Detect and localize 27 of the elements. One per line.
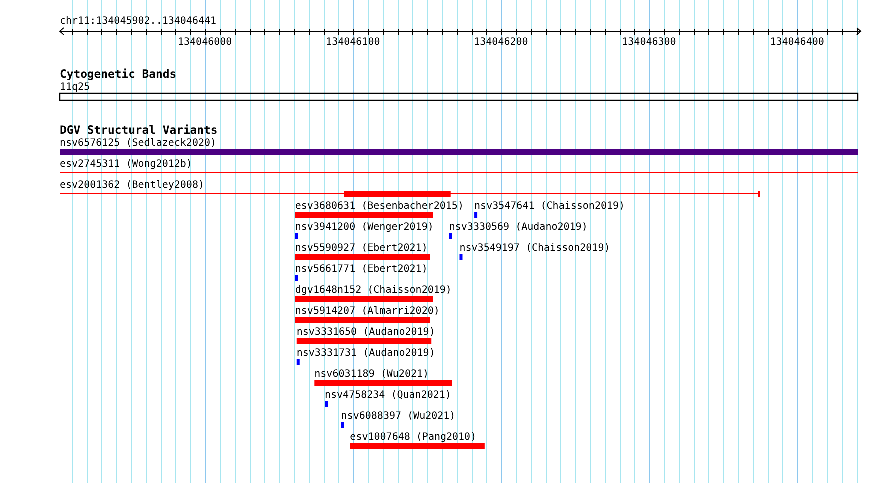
ruler-tick-label: 134046000 bbox=[178, 37, 232, 48]
variant-label: esv3680631 (Besenbacher2015) bbox=[295, 201, 464, 212]
variant-label: esv2745311 (Wong2012b) bbox=[60, 159, 192, 170]
band-label: 11q25 bbox=[60, 82, 90, 93]
variant-label: nsv4758234 (Quan2021) bbox=[325, 390, 452, 401]
variant-label: nsv3547641 (Chaisson2019) bbox=[474, 201, 626, 212]
variant-label: nsv6088397 (Wu2021) bbox=[341, 411, 456, 422]
variant-label: nsv3331731 (Audano2019) bbox=[296, 348, 436, 359]
variant-label: nsv5914207 (Almarri2020) bbox=[295, 306, 440, 317]
variant-label: nsv3549197 (Chaisson2019) bbox=[460, 243, 610, 254]
variant-label: nsv3330569 (Audano2019) bbox=[449, 222, 588, 233]
track-title: Cytogenetic Bands bbox=[60, 67, 177, 81]
ruler-tick-label: 134046300 bbox=[622, 37, 676, 48]
ruler-tick-label: 134046400 bbox=[770, 37, 824, 48]
variant-label: dgv1648n152 (Chaisson2019) bbox=[295, 285, 452, 296]
variant-label: nsv3331650 (Audano2019) bbox=[296, 327, 436, 338]
variant-label: nsv3941200 (Wenger2019) bbox=[295, 222, 434, 233]
variant-label: nsv6576125 (Sedlazeck2020) bbox=[60, 138, 217, 149]
region-label: chr11:134045902..134046441 bbox=[60, 16, 217, 27]
variant-label: nsv5590927 (Ebert2021) bbox=[295, 243, 428, 254]
variant-label: nsv6031189 (Wu2021) bbox=[314, 369, 430, 380]
variant-label: esv1007648 (Pang2010) bbox=[350, 432, 477, 443]
track-title: DGV Structural Variants bbox=[60, 123, 218, 137]
ruler-tick-label: 134046100 bbox=[326, 37, 380, 48]
variant-label: nsv5661771 (Ebert2021) bbox=[295, 264, 428, 275]
variant-label: esv2001362 (Bentley2008) bbox=[60, 180, 204, 191]
ruler-tick-label: 134046200 bbox=[474, 37, 528, 48]
